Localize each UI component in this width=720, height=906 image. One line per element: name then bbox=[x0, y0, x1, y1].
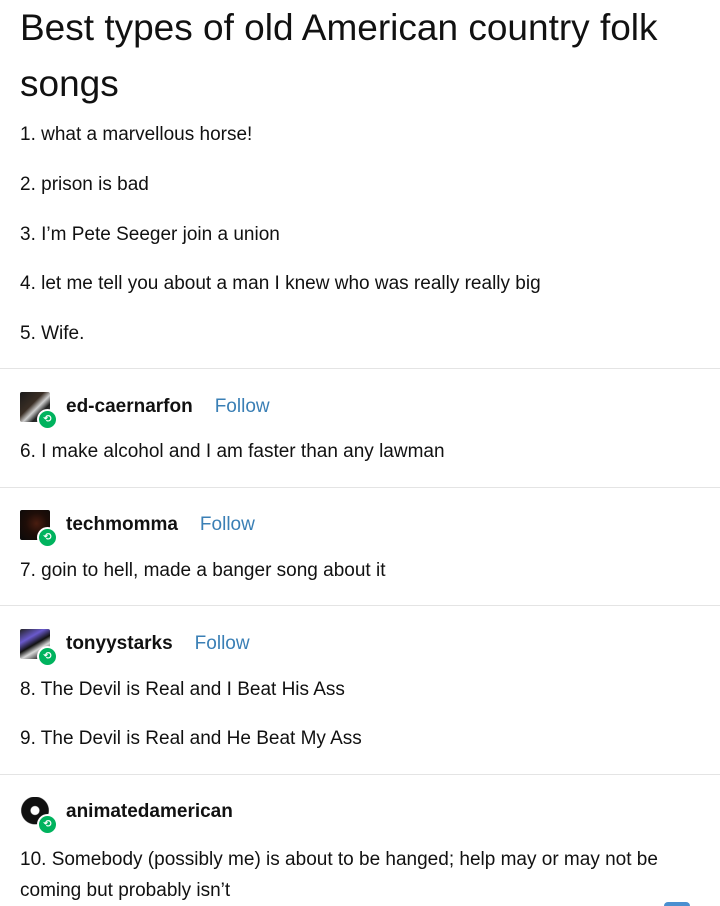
reblog-icon: ⟲ bbox=[37, 409, 58, 430]
follow-button[interactable]: Follow bbox=[215, 396, 270, 418]
list-item: 8. The Devil is Real and I Beat His Ass bbox=[20, 679, 345, 700]
reblog-header: ⟲ animatedamerican bbox=[20, 794, 255, 835]
avatar[interactable]: ⟲ bbox=[20, 629, 58, 667]
divider bbox=[0, 368, 720, 369]
reblog-icon: ⟲ bbox=[37, 646, 58, 667]
follow-button[interactable]: Follow bbox=[195, 633, 250, 655]
avatar[interactable]: ⟲ bbox=[20, 797, 58, 835]
list-item: 4. let me tell you about a man I knew wh… bbox=[20, 273, 541, 294]
list-item: 5. Wife. bbox=[20, 323, 85, 344]
avatar[interactable]: ⟲ bbox=[20, 510, 58, 548]
list-item: 7. goin to hell, made a banger song abou… bbox=[20, 560, 386, 581]
divider bbox=[0, 487, 720, 488]
username-link[interactable]: ed-caernarfon bbox=[66, 396, 193, 418]
reblog-header: ⟲ tonyystarks Follow bbox=[20, 626, 250, 667]
avatar[interactable]: ⟲ bbox=[20, 392, 58, 430]
list-item: 9. The Devil is Real and He Beat My Ass bbox=[20, 728, 362, 749]
reblog-header: ⟲ techmomma Follow bbox=[20, 507, 255, 548]
list-item: 3. I’m Pete Seeger join a union bbox=[20, 224, 280, 245]
list-item: 6. I make alcohol and I am faster than a… bbox=[20, 441, 445, 462]
list-item: 10. Somebody (possibly me) is about to b… bbox=[20, 849, 658, 901]
divider bbox=[0, 605, 720, 606]
username-link[interactable]: tonyystarks bbox=[66, 633, 173, 655]
divider bbox=[0, 774, 720, 775]
reblog-icon: ⟲ bbox=[37, 814, 58, 835]
reblog-header: ⟲ ed-caernarfon Follow bbox=[20, 389, 270, 430]
follow-button[interactable]: Follow bbox=[200, 514, 255, 536]
username-link[interactable]: techmomma bbox=[66, 514, 178, 536]
post-title: Best types of old American country folk … bbox=[20, 7, 658, 104]
reblog-icon: ⟲ bbox=[37, 527, 58, 548]
list-item: 2. prison is bad bbox=[20, 174, 149, 195]
scroll-indicator bbox=[664, 902, 690, 906]
list-item: 1. what a marvellous horse! bbox=[20, 124, 253, 145]
username-link[interactable]: animatedamerican bbox=[66, 801, 233, 823]
